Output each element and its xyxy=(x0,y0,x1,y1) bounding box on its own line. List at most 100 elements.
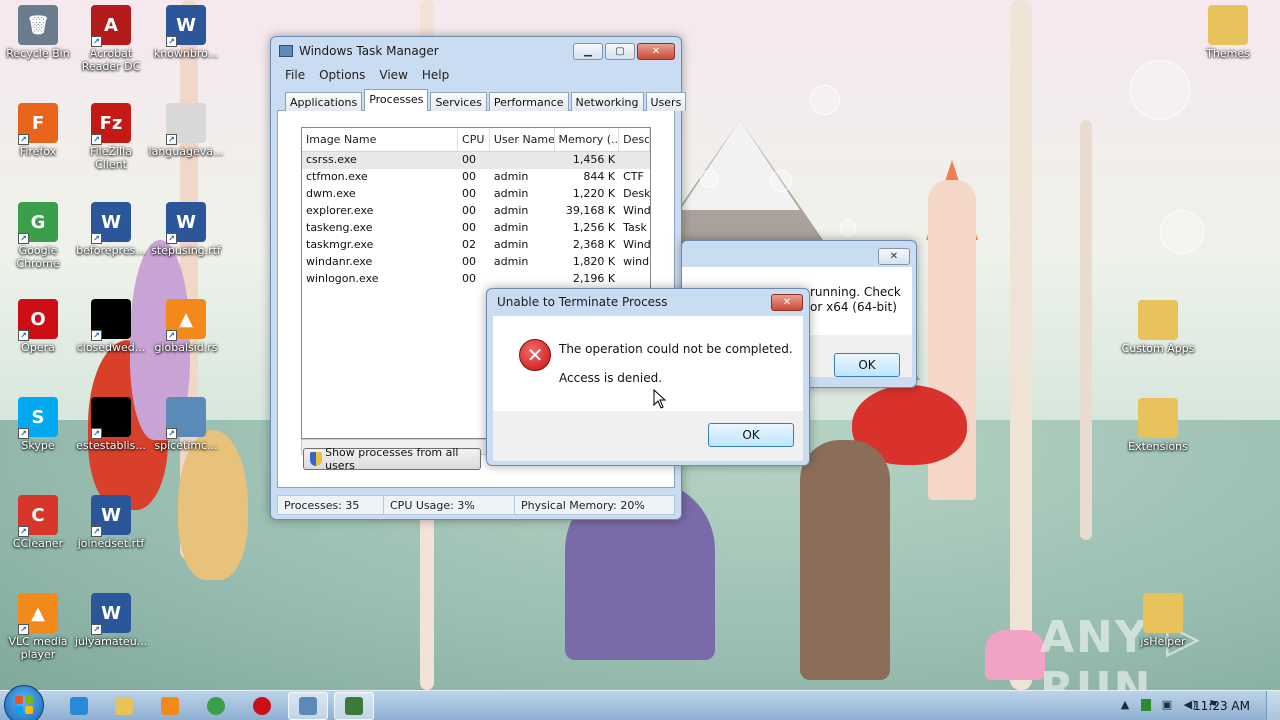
desktop-icon[interactable]: ↗ closedwed... xyxy=(73,299,149,354)
menu-view[interactable]: View xyxy=(379,68,407,82)
desktop-icon[interactable]: G ↗ Google Chrome xyxy=(0,202,76,270)
tab-performance[interactable]: Performance xyxy=(488,92,569,111)
desktop-icon-glyph-icon xyxy=(1138,398,1178,438)
menu-options[interactable]: Options xyxy=(319,68,365,82)
background-dialog-close-button[interactable]: ✕ xyxy=(878,248,910,265)
taskbar-opera-button[interactable] xyxy=(242,692,282,720)
desktop-icon-label: globalsid.rs xyxy=(154,341,218,354)
table-row[interactable]: taskeng.exe 00 admin 1,256 K Task xyxy=(302,220,650,237)
desktop-icon[interactable]: ▲ ↗ globalsid.rs xyxy=(148,299,224,354)
table-cell-name: winlogon.exe xyxy=(306,272,379,285)
table-cell-desc: CTF xyxy=(623,170,644,183)
column-cpu[interactable]: CPU xyxy=(458,128,490,151)
desktop-icon-label: Google Chrome xyxy=(16,244,60,270)
desktop-icon-glyph-icon xyxy=(1208,5,1248,45)
menu-file[interactable]: File xyxy=(285,68,305,82)
desktop-icon-glyph-icon: S ↗ xyxy=(18,397,58,439)
table-row[interactable]: explorer.exe 00 admin 39,168 K Wind xyxy=(302,203,650,220)
tab-applications[interactable]: Applications xyxy=(285,92,363,111)
desktop-icon[interactable]: A ↗ Acrobat Reader DC xyxy=(73,5,149,73)
minimize-button[interactable]: ▁ xyxy=(573,43,603,60)
taskbar-clock[interactable]: 11:23 AM xyxy=(1193,699,1250,713)
column-description[interactable]: Desc xyxy=(619,128,650,151)
table-cell-desc: Wind xyxy=(623,204,650,217)
desktop-icon[interactable]: ↗ languageva... xyxy=(148,103,224,158)
desktop-icon[interactable]: S ↗ Skype xyxy=(0,397,76,452)
maximize-button[interactable]: ▢ xyxy=(605,43,635,60)
desktop-icon[interactable]: ↗ spicetimc... xyxy=(148,397,224,452)
table-row[interactable]: ctfmon.exe 00 admin 844 K CTF xyxy=(302,169,650,186)
desktop-icon[interactable]: C ↗ CCleaner xyxy=(0,495,76,550)
desktop-icon[interactable]: W ↗ beforepres... xyxy=(73,202,149,257)
error-dialog-ok-button[interactable]: OK xyxy=(708,423,794,447)
desktop-icon[interactable]: jsHelper xyxy=(1125,593,1201,648)
desktop-icon[interactable]: Fz ↗ FileZilla Client xyxy=(73,103,149,171)
desktop-icon[interactable]: W ↗ stepusing.rtf xyxy=(148,202,224,257)
desktop-icon[interactable]: Extensions xyxy=(1120,398,1196,453)
tab-services[interactable]: Services xyxy=(430,92,487,111)
start-button[interactable] xyxy=(4,685,44,720)
desktop-icon[interactable]: W ↗ joinedset.rtf xyxy=(73,495,149,550)
desktop-icon[interactable]: Themes xyxy=(1190,5,1266,60)
show-desktop-button[interactable] xyxy=(1266,691,1280,720)
status-cpu: CPU Usage: 3% xyxy=(384,496,515,514)
table-cell-name: csrss.exe xyxy=(306,153,357,166)
column-image-name[interactable]: Image Name xyxy=(302,128,459,151)
desktop-icon[interactable]: Custom Apps xyxy=(1120,300,1196,355)
table-cell-name: explorer.exe xyxy=(306,204,374,217)
column-user-name[interactable]: User Name xyxy=(490,128,555,151)
close-button[interactable]: ✕ xyxy=(637,43,675,60)
table-cell-user: admin xyxy=(493,255,529,268)
tray-app-icon[interactable] xyxy=(1141,699,1151,711)
background-dialog-line1: running. Check xyxy=(810,285,901,299)
taskbar-explorer-button[interactable] xyxy=(104,692,144,720)
taskbar-chrome-button[interactable] xyxy=(196,692,236,720)
status-bar: Processes: 35 CPU Usage: 3% Physical Mem… xyxy=(277,495,675,515)
table-cell-cpu: 00 xyxy=(462,170,477,183)
app-icon xyxy=(279,45,293,57)
tray-show-hidden-icon[interactable]: ▲ xyxy=(1118,698,1132,712)
table-row[interactable]: taskmgr.exe 02 admin 2,368 K Wind xyxy=(302,237,650,254)
desktop-icon-glyph-icon: G ↗ xyxy=(18,202,58,244)
desktop-icon[interactable]: F ↗ Firefox xyxy=(0,103,76,158)
table-cell-cpu: 02 xyxy=(462,238,477,251)
tab-networking[interactable]: Networking xyxy=(570,92,644,111)
desktop-icon[interactable]: O ↗ Opera xyxy=(0,299,76,354)
table-cell-mem: 1,820 K xyxy=(572,255,616,268)
network-icon[interactable]: ▣ xyxy=(1160,698,1174,712)
table-cell-name: taskeng.exe xyxy=(306,221,373,234)
taskbar-task-manager-a-button[interactable] xyxy=(288,692,328,720)
background-dialog-ok-button[interactable]: OK xyxy=(834,353,900,377)
table-cell-name: windanr.exe xyxy=(306,255,373,268)
desktop-icon-label: knownbro... xyxy=(153,47,219,60)
table-cell-cpu: 00 xyxy=(462,221,477,234)
tab-strip: Applications Processes Services Performa… xyxy=(285,89,687,111)
error-dialog-titlebar[interactable]: Unable to Terminate Process xyxy=(487,289,809,315)
table-cell-desc: Wind xyxy=(623,238,650,251)
table-cell-mem: 1,456 K xyxy=(572,153,616,166)
desktop-icon[interactable]: W ↗ knownbro... xyxy=(148,5,224,60)
shortcut-arrow-icon: ↗ xyxy=(166,36,177,47)
taskbar-internet-explorer-button[interactable] xyxy=(59,692,99,720)
error-dialog-caption: ✕ xyxy=(771,294,803,311)
table-row[interactable]: windanr.exe 00 admin 1,820 K wind xyxy=(302,254,650,271)
tab-processes[interactable]: Processes xyxy=(364,89,429,111)
table-row[interactable]: csrss.exe 00 1,456 K xyxy=(302,152,650,169)
tab-users[interactable]: Users xyxy=(645,92,687,111)
taskbar-media-player-button[interactable] xyxy=(150,692,190,720)
table-row[interactable]: winlogon.exe 00 2,196 K xyxy=(302,271,650,288)
desktop-icon-label: Custom Apps xyxy=(1121,342,1195,355)
desktop-icon[interactable]: ▲ ↗ VLC media player xyxy=(0,593,76,661)
show-all-processes-button[interactable]: Show processes from all users xyxy=(303,446,481,472)
desktop-icon[interactable]: ↗ estestablis... xyxy=(73,397,149,452)
desktop-icon[interactable]: 🗑 Recycle Bin xyxy=(0,5,76,60)
menu-help[interactable]: Help xyxy=(422,68,449,82)
error-dialog-close-button[interactable]: ✕ xyxy=(771,294,803,311)
taskbar-task-manager-b-button[interactable] xyxy=(334,692,374,720)
table-cell-name: taskmgr.exe xyxy=(306,238,374,251)
desktop-icon[interactable]: W ↗ julyamateu... xyxy=(73,593,149,648)
table-row[interactable]: dwm.exe 00 admin 1,220 K Desk xyxy=(302,186,650,203)
column-memory[interactable]: Memory (... xyxy=(555,128,620,151)
table-cell-user: admin xyxy=(493,170,529,183)
error-dialog[interactable]: Unable to Terminate Process ✕ ✕ The oper… xyxy=(486,288,810,466)
